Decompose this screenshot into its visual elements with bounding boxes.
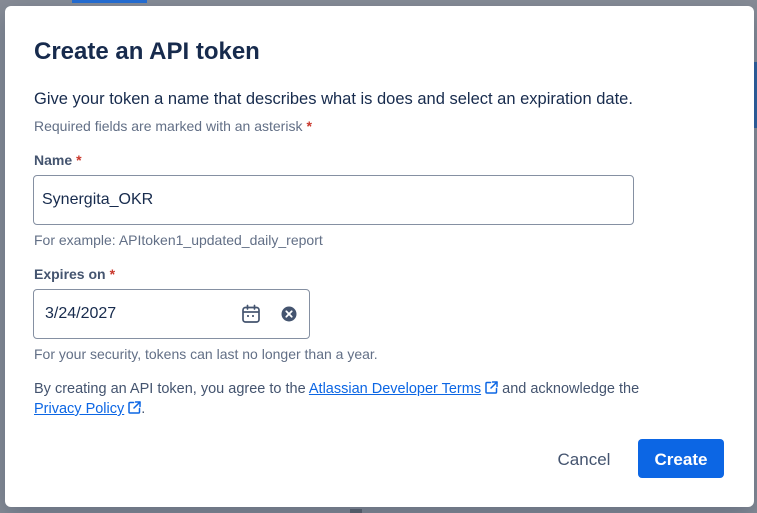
required-asterisk: * bbox=[306, 118, 312, 134]
expires-required-asterisk: * bbox=[109, 266, 116, 282]
token-name-input[interactable] bbox=[33, 175, 634, 225]
terms-notice: By creating an API token, you agree to t… bbox=[34, 379, 724, 419]
expires-label-text: Expires on bbox=[34, 266, 106, 282]
external-link-icon bbox=[128, 401, 141, 414]
developer-terms-link[interactable]: Atlassian Developer Terms bbox=[309, 381, 481, 397]
developer-terms-link-text[interactable]: Atlassian Developer Terms bbox=[309, 381, 481, 397]
expires-label: Expires on * bbox=[34, 265, 115, 283]
privacy-policy-link[interactable]: Privacy Policy bbox=[34, 401, 124, 417]
create-button[interactable]: Create bbox=[638, 439, 724, 478]
cancel-button[interactable]: Cancel bbox=[543, 439, 625, 478]
terms-suffix: . bbox=[141, 401, 146, 417]
terms-middle: and acknowledge the bbox=[502, 381, 640, 397]
create-api-token-dialog: Create an API token Give your token a na… bbox=[5, 6, 754, 507]
name-helper-text: For example: APItoken1_updated_daily_rep… bbox=[34, 232, 323, 248]
required-note-text: Required fields are marked with an aster… bbox=[34, 118, 303, 134]
name-required-asterisk: * bbox=[76, 152, 82, 168]
expires-helper-text: For your security, tokens can last no lo… bbox=[34, 346, 378, 362]
clear-icon[interactable] bbox=[281, 306, 297, 322]
expiration-date-picker[interactable]: 3/24/2027 bbox=[33, 289, 310, 339]
background-mark bbox=[350, 509, 362, 513]
expiration-date-value[interactable]: 3/24/2027 bbox=[45, 304, 116, 324]
dialog-description: Give your token a name that describes wh… bbox=[34, 90, 633, 108]
name-label: Name * bbox=[34, 151, 82, 169]
name-label-text: Name bbox=[34, 152, 73, 168]
external-link-icon bbox=[485, 381, 498, 394]
background-nav-indicator bbox=[72, 0, 147, 3]
privacy-policy-link-text[interactable]: Privacy Policy bbox=[34, 401, 124, 417]
dialog-title: Create an API token bbox=[34, 38, 260, 65]
required-fields-note: Required fields are marked with an aster… bbox=[34, 117, 312, 135]
terms-prefix: By creating an API token, you agree to t… bbox=[34, 381, 306, 397]
calendar-icon[interactable] bbox=[240, 303, 262, 325]
